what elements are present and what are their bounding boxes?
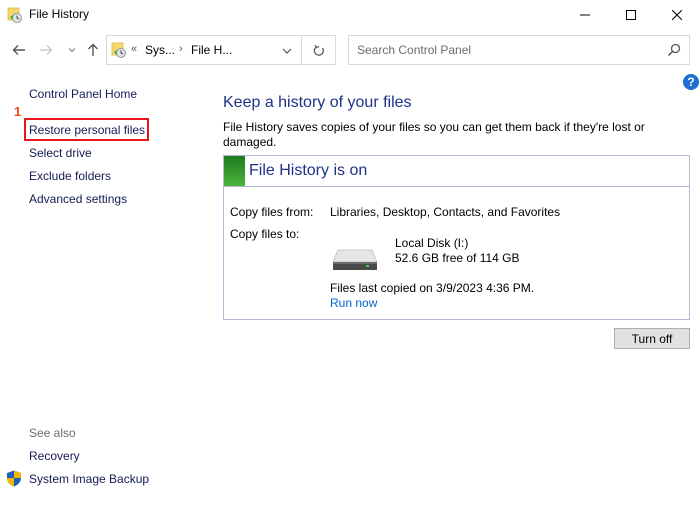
help-icon: ?: [687, 75, 695, 89]
uac-shield-icon: [7, 470, 21, 487]
copy-from-label: Copy files from:: [230, 205, 314, 219]
status-title: File History is on: [249, 162, 368, 179]
search-icon[interactable]: [667, 43, 681, 57]
search-box[interactable]: [348, 35, 690, 65]
minimize-button[interactable]: [562, 0, 608, 30]
minimize-icon: [580, 14, 590, 16]
file-history-status-panel: File History is on Copy files from: Libr…: [223, 155, 690, 320]
sidebar-item-control-panel-home[interactable]: Control Panel Home: [29, 87, 137, 101]
chevron-down-icon: [282, 48, 292, 54]
copy-to-label: Copy files to:: [230, 227, 300, 241]
title-bar: File History: [0, 0, 700, 30]
arrow-up-icon: [88, 43, 98, 56]
file-history-location-icon: [111, 42, 126, 58]
annotation-number: 1: [14, 104, 22, 119]
file-history-app-icon: [7, 7, 22, 23]
close-button[interactable]: [654, 0, 700, 30]
drive-name: Local Disk (I:): [395, 236, 469, 250]
status-header: File History is on: [224, 156, 689, 187]
close-icon: [672, 10, 682, 20]
search-input[interactable]: [349, 36, 659, 64]
hard-drive-icon: [332, 249, 378, 270]
drive-free-space: 52.6 GB free of 114 GB: [395, 251, 520, 265]
refresh-icon: [313, 44, 324, 56]
see-also-system-image-backup[interactable]: System Image Backup: [29, 472, 149, 486]
see-also-heading: See also: [29, 426, 76, 440]
arrow-right-icon: [40, 45, 53, 55]
address-bar[interactable]: « Sys... › File H...: [106, 35, 302, 65]
run-now-link[interactable]: Run now: [330, 296, 377, 310]
maximize-button[interactable]: [608, 0, 654, 30]
help-button[interactable]: ?: [683, 74, 699, 90]
last-copied-text: Files last copied on 3/9/2023 4:36 PM.: [330, 281, 535, 295]
breadcrumb-item-file-history[interactable]: File H...: [191, 43, 232, 57]
window-title: File History: [29, 7, 90, 21]
sidebar-item-advanced-settings[interactable]: Advanced settings: [29, 192, 127, 206]
forward-button[interactable]: [36, 40, 56, 60]
up-button[interactable]: [83, 40, 103, 60]
status-on-indicator: [224, 156, 245, 186]
arrow-left-icon: [12, 45, 25, 55]
recent-locations-button[interactable]: [62, 40, 82, 60]
page-description: File History saves copies of your files …: [223, 120, 645, 149]
sidebar-item-restore-personal-files[interactable]: Restore personal files: [29, 123, 145, 137]
see-also-recovery[interactable]: Recovery: [29, 449, 80, 463]
sidebar-item-exclude-folders[interactable]: Exclude folders: [29, 169, 111, 183]
chevron-down-icon: [68, 48, 76, 53]
breadcrumb-separator[interactable]: ›: [179, 43, 183, 55]
page-title: Keep a history of your files: [223, 94, 412, 111]
address-dropdown-button[interactable]: [279, 43, 295, 59]
breadcrumb-item-system[interactable]: Sys...: [145, 43, 175, 57]
maximize-icon: [626, 10, 636, 20]
turn-off-button[interactable]: Turn off: [614, 328, 690, 349]
back-button[interactable]: [9, 40, 29, 60]
breadcrumb-overflow[interactable]: «: [131, 43, 137, 55]
sidebar-item-select-drive[interactable]: Select drive: [29, 146, 92, 160]
refresh-button[interactable]: [302, 35, 336, 65]
copy-from-value: Libraries, Desktop, Contacts, and Favori…: [330, 205, 561, 219]
